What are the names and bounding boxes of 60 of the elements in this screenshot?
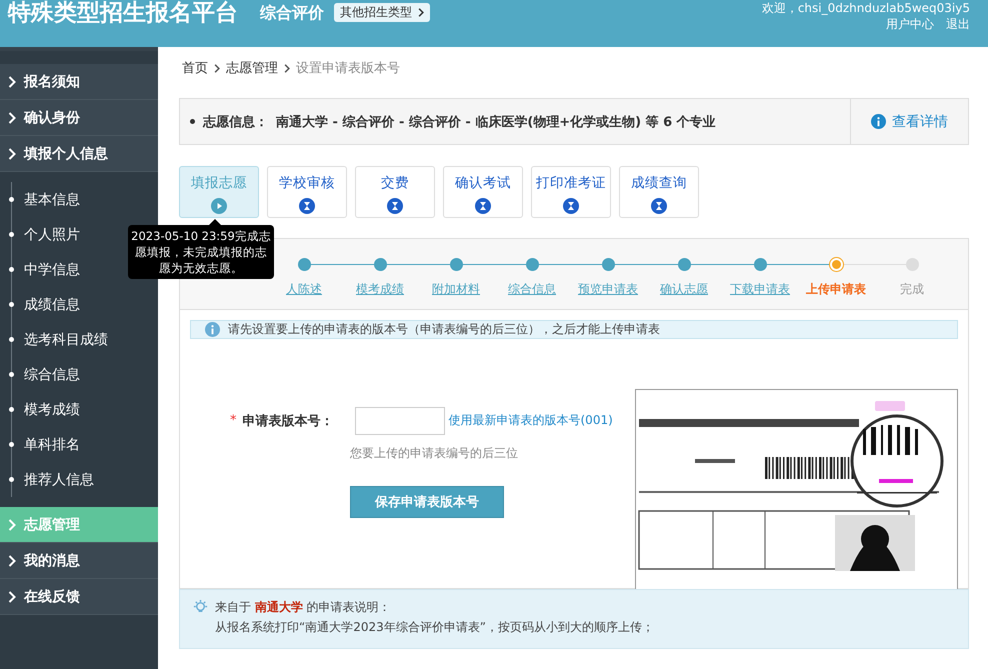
chevron-icon — [418, 8, 424, 17]
sidebar-subitem[interactable]: 推荐人信息 — [0, 462, 158, 497]
hourglass-icon — [651, 198, 667, 214]
required-mark: * — [230, 413, 236, 428]
process-tab[interactable]: 交费 — [355, 166, 435, 218]
field-hint: 您要上传的申请表编号的后三位 — [350, 444, 519, 462]
field-label: 申请表版本号： — [242, 412, 334, 430]
chevron-icon — [8, 518, 16, 530]
section-title: 综合评价 — [260, 2, 324, 24]
sidebar-item[interactable]: 填报个人信息 — [0, 136, 158, 172]
type-switch-button[interactable]: 其他招生类型 — [334, 3, 430, 22]
bullet-icon — [190, 119, 195, 124]
note-text: 从报名系统打印“南通大学2023年综合评价申请表”，按页码从小到大的顺序上传； — [214, 618, 655, 636]
sidebar-subitem[interactable]: 模考成绩 — [0, 392, 158, 427]
sidebar-item[interactable]: 在线反馈 — [0, 579, 158, 615]
info-icon — [205, 322, 220, 337]
sidebar-label: 报名须知 — [24, 72, 80, 90]
sidebar-item[interactable]: 我的消息 — [0, 543, 158, 579]
welcome-text: 欢迎，chsi_0dzhnduzlab5weq03iy5 — [762, 0, 970, 16]
chevron-icon — [214, 64, 220, 72]
site-title: 特殊类型招生报名平台 — [8, 0, 238, 28]
sidebar-item[interactable]: 确认身份 — [0, 100, 158, 136]
details-link[interactable]: 查看详情 — [850, 99, 968, 144]
hourglass-icon — [299, 198, 315, 214]
version-input[interactable] — [354, 406, 444, 435]
chevron-icon — [8, 148, 16, 160]
sidebar-subitem[interactable]: 基本信息 — [0, 182, 158, 217]
sidebar-label: 填报个人信息 — [24, 144, 108, 162]
hourglass-icon — [475, 198, 491, 214]
info-icon — [871, 114, 886, 130]
sidebar-subitem[interactable]: 选考科目成绩 — [0, 322, 158, 357]
sidebar-item[interactable]: 报名须知 — [0, 64, 158, 100]
notice-text: 请先设置要上传的申请表的版本号（申请表编号的后三位），之后才能上传申请表 — [228, 320, 660, 338]
chevron-icon — [8, 554, 16, 566]
chevron-icon — [8, 76, 16, 88]
info-text: 南通大学 - 综合评价 - 综合评价 - 临床医学(物理+化学或生物) 等 6 个专业 — [276, 114, 716, 131]
chevron-icon — [8, 590, 16, 602]
use-latest-link[interactable]: 使用最新申请表的版本号(001) — [448, 412, 613, 430]
hourglass-icon — [387, 198, 403, 214]
sidebar-label: 志愿管理 — [24, 516, 80, 534]
hourglass-icon — [563, 198, 579, 214]
breadcrumb-item[interactable]: 设置申请表版本号 — [296, 59, 400, 77]
note-title: 来自于 南通大学 的申请表说明： — [215, 598, 391, 616]
play-icon — [211, 198, 227, 214]
info-label: 志愿信息： — [203, 114, 268, 131]
process-tab[interactable]: 成绩查询 — [619, 166, 699, 218]
breadcrumb-item[interactable]: 首页 — [182, 59, 208, 77]
chevron-icon — [284, 64, 290, 72]
breadcrumb-item[interactable]: 志愿管理 — [226, 59, 278, 77]
sidebar-subitem[interactable]: 单科排名 — [0, 427, 158, 462]
process-tab[interactable]: 学校审核 — [267, 166, 347, 218]
process-tab[interactable]: 确认考试 — [443, 166, 523, 218]
sidebar-label: 确认身份 — [24, 108, 80, 126]
sidebar-label: 在线反馈 — [24, 588, 80, 606]
sidebar-subitem[interactable]: 成绩信息 — [0, 287, 158, 322]
chevron-icon — [8, 112, 16, 124]
sidebar-subitem[interactable]: 综合信息 — [0, 357, 158, 392]
process-tab[interactable]: 打印准考证 — [531, 166, 611, 218]
tooltip: 2023-05-10 23:59完成志愿填报，未完成填报的志愿为无效志愿。 — [128, 225, 274, 279]
sidebar-label: 我的消息 — [24, 552, 80, 570]
